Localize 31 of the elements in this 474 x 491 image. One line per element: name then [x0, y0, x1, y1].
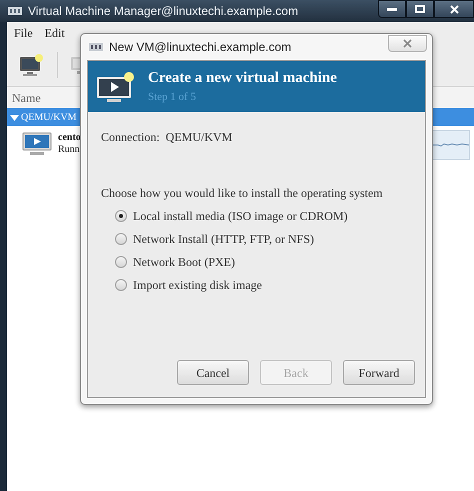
connection-label: Connection:: [101, 129, 160, 146]
connection-value: QEMU/KVM: [166, 129, 232, 146]
header-title: Create a new virtual machine: [148, 68, 337, 88]
group-label: QEMU/KVM: [21, 110, 77, 124]
collapse-arrow-icon[interactable]: [10, 112, 19, 122]
vm-icon: [22, 131, 52, 157]
close-button[interactable]: [434, 0, 474, 18]
radio-option[interactable]: Local install media (ISO image or CDROM): [115, 207, 425, 224]
close-icon: [403, 39, 412, 48]
minimize-icon: [387, 8, 397, 10]
maximize-button[interactable]: [406, 0, 434, 18]
radio-option[interactable]: Network Install (HTTP, FTP, or NFS): [115, 230, 425, 247]
cpu-usage-graph: [432, 130, 470, 160]
window-icon: [8, 7, 22, 15]
menu-item[interactable]: File: [14, 24, 33, 42]
minimize-button[interactable]: [378, 0, 406, 18]
dialog-button[interactable]: Cancel: [177, 360, 249, 385]
install-prompt: Choose how you would like to install the operating system: [101, 185, 383, 202]
window-title: Virtual Machine Manager@linuxtechi.example.com: [28, 3, 298, 20]
window-icon: [89, 43, 103, 51]
radio-option[interactable]: Network Boot (PXE): [115, 253, 425, 270]
radio-option[interactable]: Import existing disk image: [115, 276, 425, 293]
vm-name: cento: [58, 132, 81, 144]
dialog-title: New VM@linuxtechi.example.com: [109, 39, 292, 56]
menu-item[interactable]: Edit: [44, 24, 65, 42]
vm-status: Runn: [58, 144, 81, 156]
close-icon: [450, 4, 458, 14]
maximize-icon: [415, 5, 425, 13]
dialog-button[interactable]: Forward: [343, 360, 415, 385]
step-label: Step 1 of 5: [148, 90, 197, 104]
new-vm-icon[interactable]: [19, 52, 45, 76]
